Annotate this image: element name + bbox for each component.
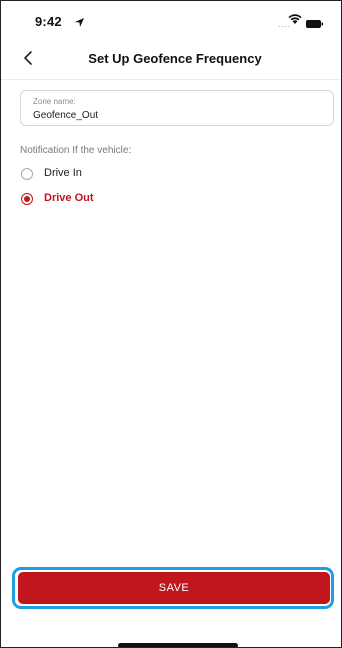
location-arrow-icon	[74, 15, 85, 27]
save-button[interactable]: SAVE	[18, 572, 330, 604]
radio-label-drive-in: Drive In	[44, 167, 82, 179]
notification-label: Notification If the vehicle:	[20, 145, 132, 156]
radio-option-drive-in[interactable]: Drive In	[20, 165, 220, 183]
zone-name-field[interactable]: Zone name: Geofence_Out	[20, 90, 334, 126]
radio-option-drive-out[interactable]: Drive Out	[20, 190, 220, 208]
home-indicator	[118, 643, 238, 647]
radio-button-drive-out[interactable]	[21, 193, 33, 205]
zone-name-value[interactable]: Geofence_Out	[33, 110, 98, 121]
header: Set Up Geofence Frequency	[1, 43, 341, 73]
wifi-icon	[288, 12, 302, 24]
status-time: 9:42	[35, 14, 62, 29]
status-bar: 9:42 ....	[1, 1, 341, 35]
header-divider	[1, 79, 341, 80]
battery-icon	[306, 15, 323, 28]
radio-button-drive-in[interactable]	[21, 168, 33, 180]
page-title: Set Up Geofence Frequency	[88, 51, 262, 66]
radio-label-drive-out: Drive Out	[44, 192, 94, 204]
zone-name-label: Zone name:	[33, 97, 76, 106]
app-screen: 9:42 .... Set Up Geofence Frequency Zone…	[0, 0, 342, 648]
